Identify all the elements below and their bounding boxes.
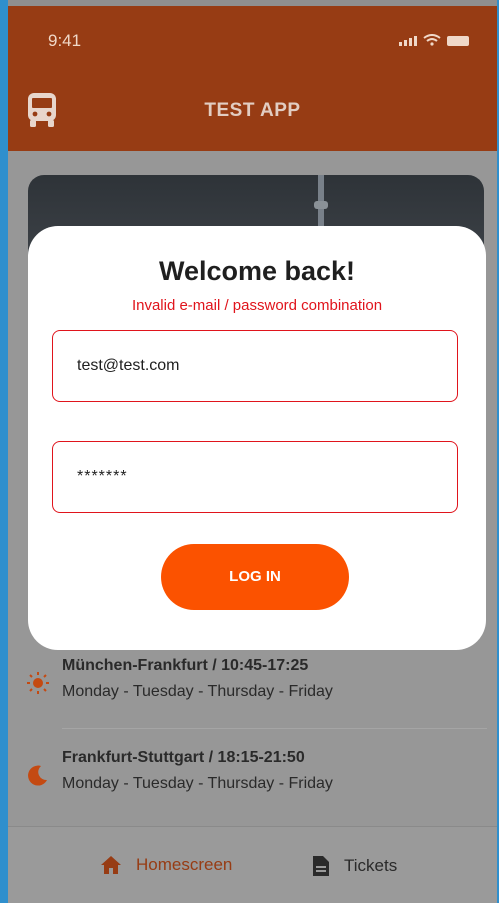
route-title: Frankfurt-Stuttgart / 18:15-21:50	[62, 749, 305, 766]
signal-icon	[399, 36, 417, 46]
route-days: Monday - Tuesday - Thursday - Friday	[62, 683, 333, 700]
tab-label: Homescreen	[136, 855, 233, 874]
route-title: München-Frankfurt / 10:45-17:25	[62, 657, 309, 674]
login-error-message: Invalid e-mail / password combination	[131, 297, 383, 314]
tab-tickets[interactable]: Tickets	[312, 855, 397, 877]
route-divider	[62, 728, 487, 729]
tv-tower-top	[314, 201, 328, 209]
status-icons	[399, 34, 469, 46]
app-screen: 9:41 TEST APP München-Frankfurt / 10:45-…	[0, 0, 499, 903]
modal-title: Welcome back!	[158, 256, 356, 286]
password-field[interactable]: *******	[52, 441, 458, 513]
moon-icon	[28, 765, 47, 786]
document-icon	[313, 856, 329, 876]
wifi-icon	[423, 34, 441, 46]
login-modal: Welcome back! Invalid e-mail / password …	[28, 226, 486, 650]
app-title: TEST APP	[204, 100, 301, 121]
status-time: 9:41	[48, 31, 82, 50]
route-days: Monday - Tuesday - Thursday - Friday	[62, 775, 333, 792]
email-field[interactable]: test@test.com	[52, 330, 458, 402]
battery-icon	[447, 36, 469, 46]
window-border-left	[0, 0, 8, 903]
home-icon	[101, 856, 121, 874]
login-button[interactable]: LOG IN	[161, 544, 349, 610]
tab-homescreen[interactable]: Homescreen	[100, 855, 232, 875]
sun-icon	[27, 672, 49, 694]
bottom-tab-bar: Homescreen Tickets	[8, 826, 497, 903]
app-header: 9:41 TEST APP	[8, 6, 497, 151]
tab-label: Tickets	[344, 856, 398, 875]
